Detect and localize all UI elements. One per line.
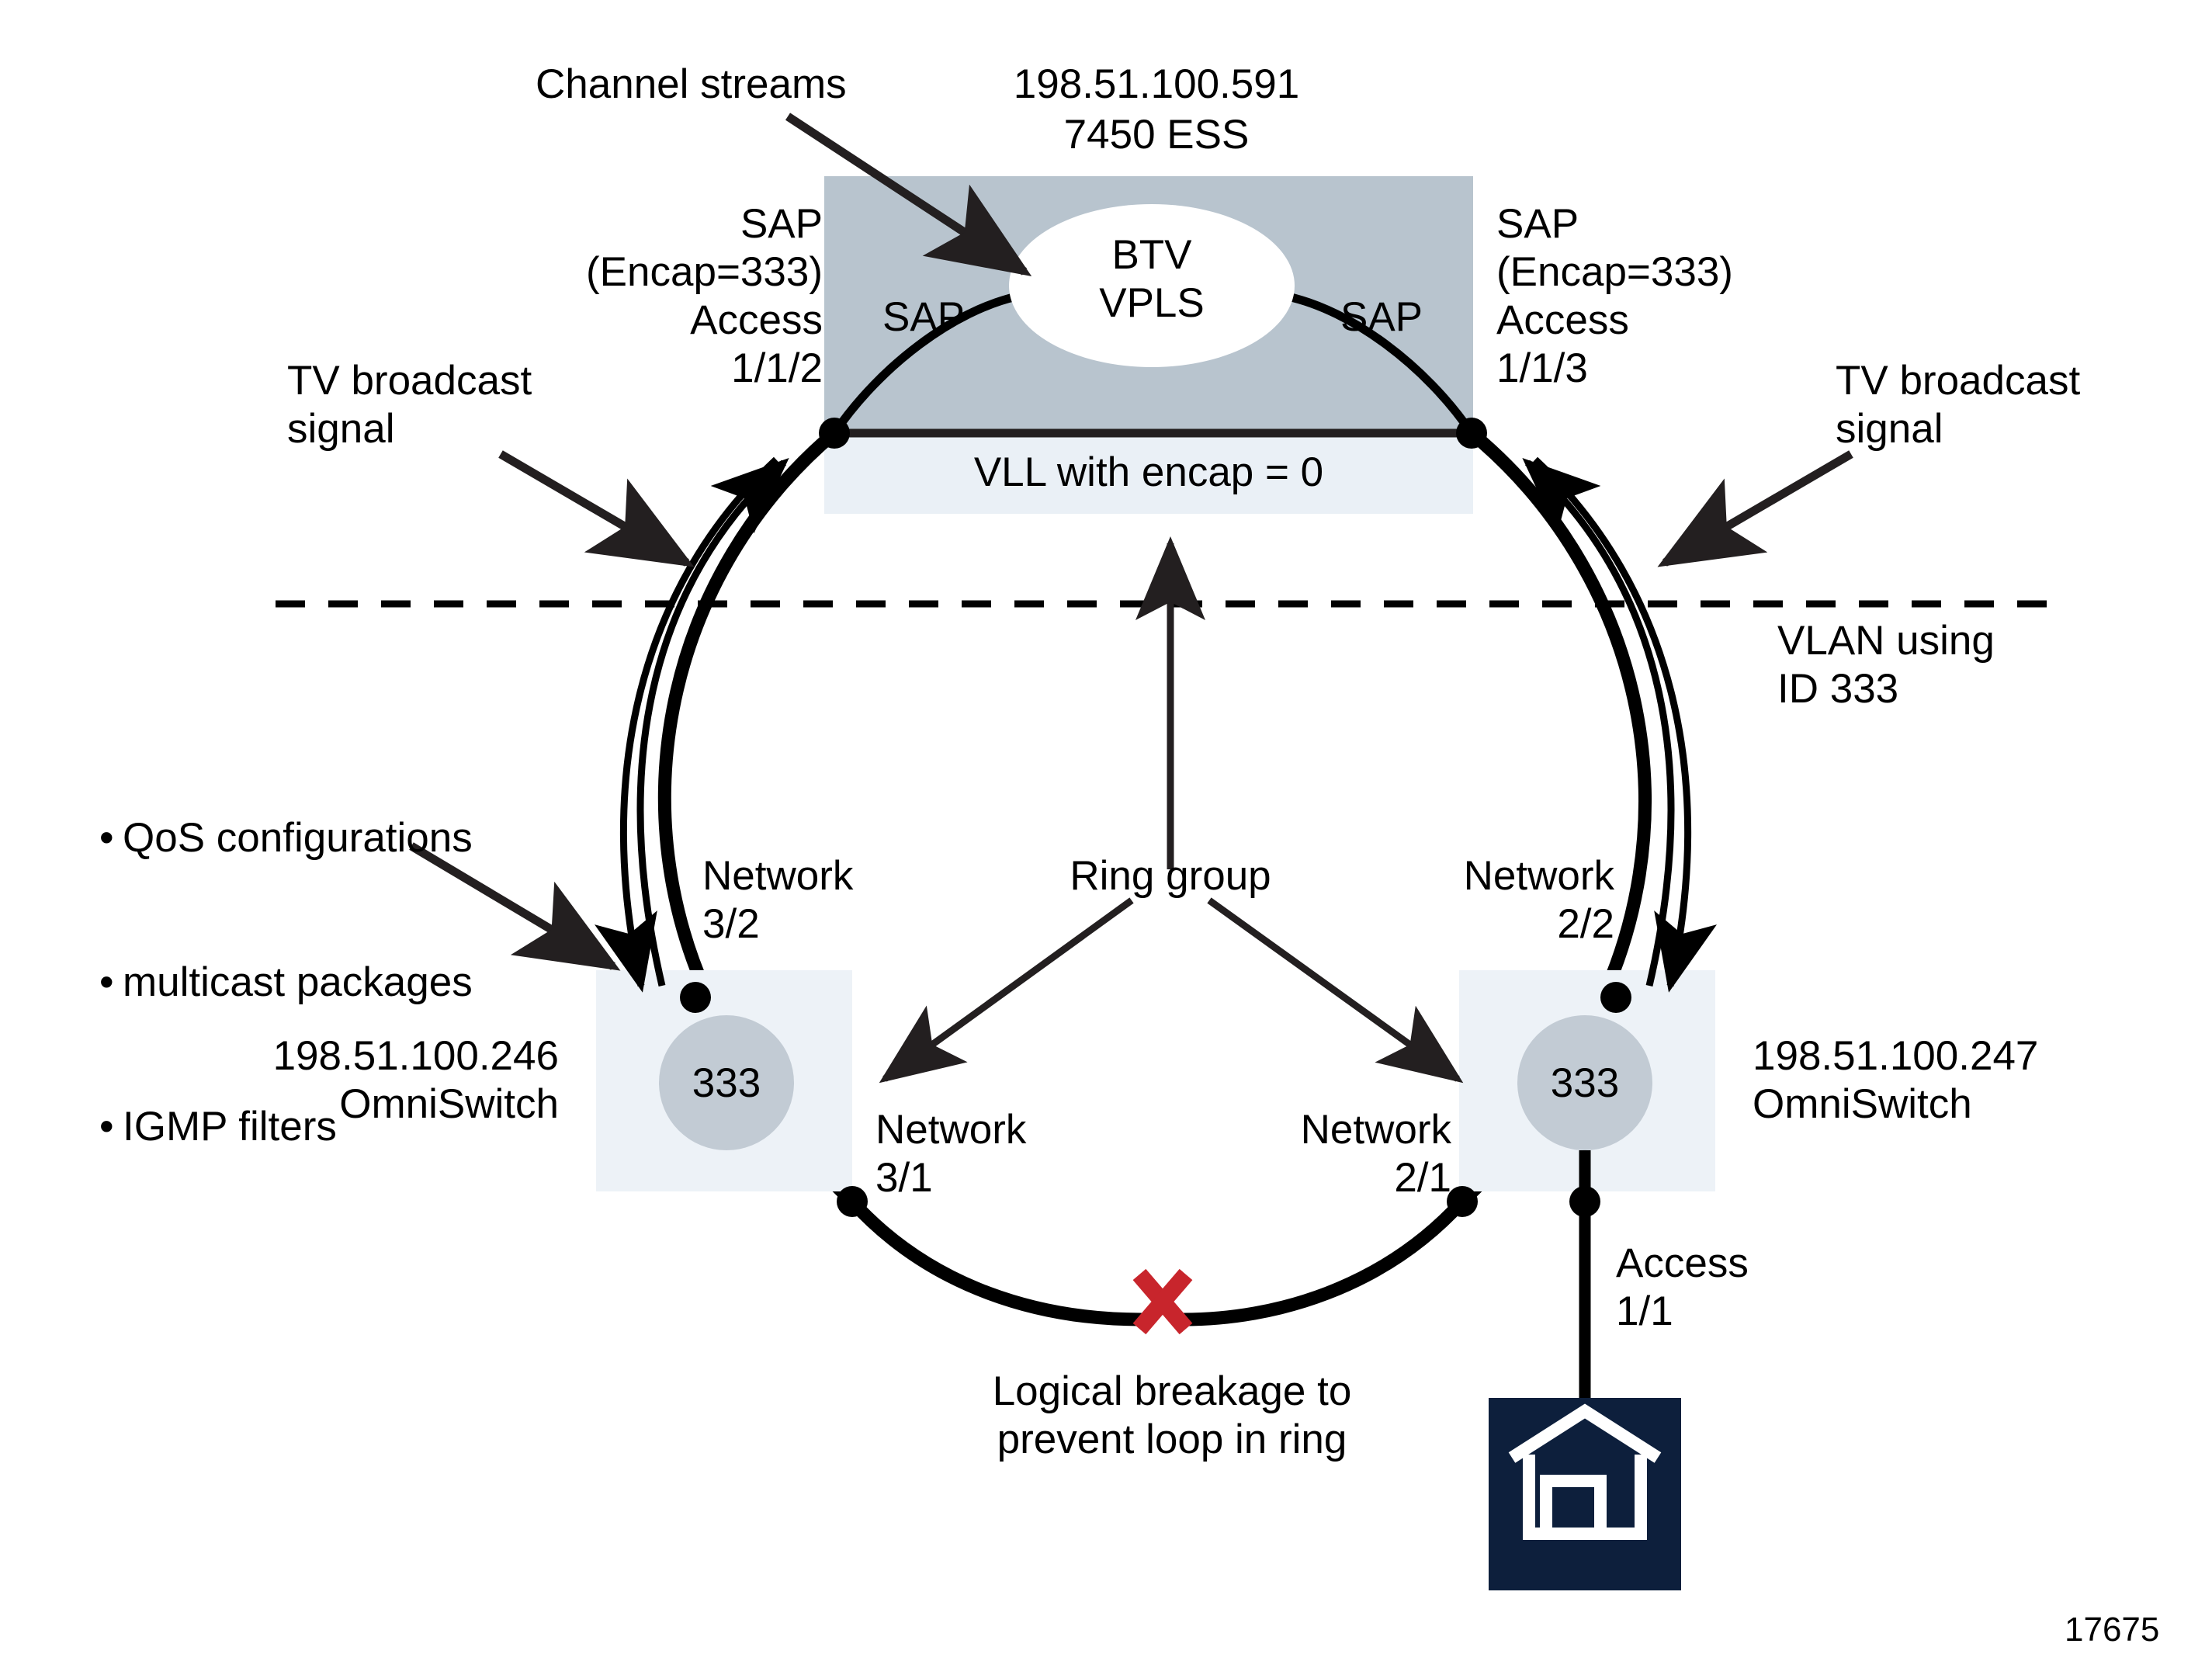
vlan-label-line2: ID 333: [1777, 666, 1899, 712]
ess-model-label: 7450 ESS: [1063, 112, 1250, 158]
ring-arc-lower-left: [845, 1195, 1148, 1326]
leader-ring-group-left: [879, 897, 1134, 1084]
port-dot-network-3-1: [837, 1186, 868, 1217]
port-dot-network-2-1: [1447, 1186, 1478, 1217]
channel-streams-label: Channel streams: [536, 61, 847, 107]
sap-left-line2: (Encap=333): [586, 249, 823, 295]
tv-broadcast-right-line2: signal: [1836, 406, 1943, 452]
feature-bullet-list: QoS configurations multicast packages IG…: [99, 718, 473, 1247]
vlan-label-line1: VLAN using: [1777, 618, 1995, 664]
network-diagram-canvas: Channel streams 198.51.100.591 7450 ESS …: [0, 0, 2212, 1668]
breakage-label-line1: Logical breakage to: [992, 1368, 1352, 1414]
btv-label-line1: BTV: [1111, 232, 1192, 278]
access-1-1-line2: 1/1: [1616, 1288, 1673, 1334]
vll-label: VLL with encap = 0: [973, 449, 1324, 495]
leader-tv-broadcast-left: [498, 450, 695, 567]
sap-inner-right-label: SAP: [1340, 294, 1423, 340]
logical-break-x-icon: [1132, 1268, 1193, 1335]
network-3-1-line2: 3/1: [875, 1155, 933, 1201]
leader-tv-broadcast-right: [1657, 450, 1853, 567]
ring-arc-lower-right: [1177, 1195, 1469, 1326]
tv-broadcast-left-line2: signal: [287, 406, 395, 452]
figure-number: 17675: [2065, 1611, 2160, 1649]
vlan-id-right-label: 333: [1550, 1060, 1620, 1106]
house-icon: [1489, 1398, 1681, 1590]
port-dot-network-3-2: [680, 982, 711, 1013]
sap-inner-left-label: SAP: [882, 294, 966, 340]
port-dot-network-2-2: [1600, 982, 1631, 1013]
ring-group-label: Ring group: [1070, 853, 1271, 899]
network-2-1-line2: 2/1: [1394, 1155, 1451, 1201]
port-dot-sap-left: [819, 418, 850, 449]
port-dot-sap-right: [1456, 418, 1487, 449]
omniswitch-left-ip: 198.51.100.246: [272, 1033, 559, 1079]
omniswitch-right-model: OmniSwitch: [1753, 1081, 1972, 1127]
network-3-2-line1: Network: [702, 853, 854, 899]
network-3-2-line2: 3/2: [702, 901, 760, 947]
network-2-1-line1: Network: [1300, 1107, 1451, 1153]
omniswitch-right-ip: 198.51.100.247: [1753, 1033, 2039, 1079]
vlan-id-left-label: 333: [692, 1060, 761, 1106]
access-1-1-line1: Access: [1616, 1240, 1749, 1286]
ess-ip-label: 198.51.100.591: [1013, 61, 1300, 107]
sap-right-line3: Access: [1496, 297, 1629, 343]
tv-broadcast-left-line1: TV broadcast: [287, 358, 532, 404]
bullet-item-qos: QoS configurations: [99, 814, 473, 862]
network-2-2-line1: Network: [1463, 853, 1614, 899]
network-2-2-line2: 2/2: [1557, 901, 1614, 947]
btv-label-line2: VPLS: [1099, 280, 1205, 326]
sap-right-line4: 1/1/3: [1496, 345, 1588, 391]
sap-left-line3: Access: [690, 297, 823, 343]
sap-left-line1: SAP: [740, 201, 823, 247]
bullet-item-multicast: multicast packages: [99, 959, 473, 1007]
tv-broadcast-right-line1: TV broadcast: [1836, 358, 2081, 404]
sap-right-line2: (Encap=333): [1496, 249, 1733, 295]
breakage-label-line2: prevent loop in ring: [997, 1417, 1347, 1462]
sap-right-line1: SAP: [1496, 201, 1579, 247]
omniswitch-left-model: OmniSwitch: [339, 1081, 559, 1127]
network-3-1-line1: Network: [875, 1107, 1027, 1153]
